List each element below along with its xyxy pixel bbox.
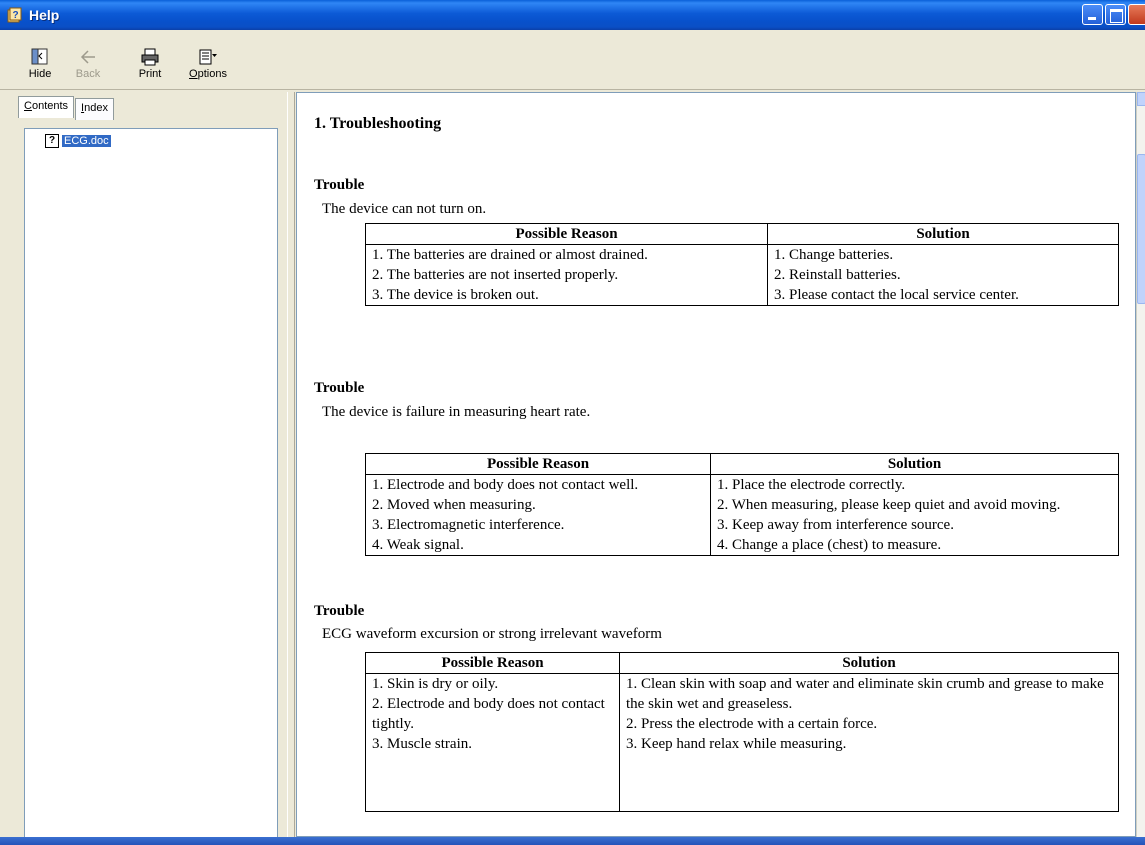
table-row: 1. Electrode and body does not contact w… (365, 474, 1119, 556)
maximize-button[interactable] (1105, 4, 1126, 25)
solution-cell: 1. Clean skin with soap and water and el… (619, 673, 1119, 812)
solution-item: 4. Change a place (chest) to measure. (717, 537, 942, 553)
options-icon (198, 48, 218, 66)
options-button[interactable]: Options (180, 48, 236, 80)
column-header: Possible Reason (365, 652, 620, 674)
hide-label: Hide (28, 68, 52, 80)
column-header: Solution (619, 652, 1119, 674)
contents-tree[interactable]: ? ECG.doc (24, 128, 278, 840)
minimize-button[interactable] (1082, 4, 1103, 25)
section-description: ECG waveform excursion or strong irrelev… (322, 626, 662, 642)
help-book-icon: ? (7, 7, 23, 23)
topic-content: 1. Troubleshooting Trouble The device ca… (296, 92, 1136, 837)
solution-item: 3. Please contact the local service cent… (774, 287, 1019, 303)
back-arrow-icon (78, 48, 98, 66)
toolbar: Hide Back Print Options (0, 30, 1145, 90)
hide-button[interactable]: Hide (16, 48, 64, 80)
navigation-pane: Contents Index ? ECG.doc (0, 92, 287, 845)
table-row: 1. The batteries are drained or almost d… (365, 244, 1119, 306)
svg-text:?: ? (12, 10, 18, 21)
scroll-up-button[interactable] (1137, 92, 1145, 106)
window-title: Help (29, 7, 60, 23)
solution-item: 1. Change batteries. (774, 247, 894, 263)
help-topic-icon: ? (45, 134, 59, 148)
column-header: Possible Reason (365, 453, 711, 475)
reason-item: 1. Skin is dry or oily. (372, 676, 499, 692)
printer-icon (140, 48, 160, 66)
options-label: Options (189, 68, 227, 80)
tab-contents[interactable]: Contents (18, 96, 75, 118)
nav-tabs: Contents Index (18, 96, 115, 120)
column-header: Solution (767, 223, 1119, 245)
solution-cell: 1. Change batteries. 2. Reinstall batter… (767, 244, 1119, 306)
solution-item: 1. Place the electrode correctly. (717, 477, 906, 493)
scrollbar-thumb[interactable] (1137, 154, 1145, 304)
tab-index[interactable]: Index (75, 98, 114, 120)
solution-item: 2. Press the electrode with a certain fo… (626, 716, 878, 732)
tree-item-label: ECG.doc (62, 135, 111, 147)
back-button[interactable]: Back (64, 48, 112, 80)
troubleshooting-table: Possible Reason Solution 1. Electrode an… (365, 453, 1119, 556)
reason-item: 3. The device is broken out. (372, 287, 539, 303)
solution-item: 2. When measuring, please keep quiet and… (717, 497, 1061, 513)
close-button[interactable] (1128, 4, 1145, 25)
back-label: Back (75, 68, 101, 80)
reason-item: 4. Weak signal. (372, 537, 464, 553)
reason-cell: 1. Electrode and body does not contact w… (365, 474, 711, 556)
solution-item: 1. Clean skin with soap and water and el… (626, 676, 1104, 712)
reason-cell: 1. Skin is dry or oily. 2. Electrode and… (365, 673, 620, 812)
solution-item: 3. Keep hand relax while measuring. (626, 736, 847, 752)
table-row: 1. Skin is dry or oily. 2. Electrode and… (365, 673, 1119, 812)
title-bar[interactable]: ? Help (0, 0, 1145, 30)
column-header: Possible Reason (365, 223, 768, 245)
print-label: Print (138, 68, 162, 80)
reason-item: 3. Electromagnetic interference. (372, 517, 565, 533)
reason-item: 1. The batteries are drained or almost d… (372, 247, 648, 263)
section-description: The device is failure in measuring heart… (322, 404, 591, 420)
page-title: 1. Troubleshooting (314, 115, 442, 132)
tree-item-ecg-doc[interactable]: ? ECG.doc (45, 134, 111, 148)
section-heading: Trouble (314, 177, 365, 193)
section-description: The device can not turn on. (322, 201, 487, 217)
solution-item: 2. Reinstall batteries. (774, 267, 901, 283)
troubleshooting-table: Possible Reason Solution 1. The batterie… (365, 223, 1119, 306)
reason-item: 1. Electrode and body does not contact w… (372, 477, 639, 493)
reason-item: 2. Moved when measuring. (372, 497, 536, 513)
column-header: Solution (710, 453, 1119, 475)
pane-splitter[interactable] (287, 92, 295, 845)
reason-item: 2. The batteries are not inserted proper… (372, 267, 619, 283)
reason-item: 2. Electrode and body does not contact t… (372, 696, 605, 732)
solution-cell: 1. Place the electrode correctly. 2. Whe… (710, 474, 1119, 556)
hide-pane-icon (30, 48, 50, 66)
troubleshooting-table: Possible Reason Solution 1. Skin is dry … (365, 652, 1119, 812)
reason-cell: 1. The batteries are drained or almost d… (365, 244, 768, 306)
section-heading: Trouble (314, 380, 365, 396)
solution-item: 3. Keep away from interference source. (717, 517, 954, 533)
vertical-scrollbar[interactable] (1136, 92, 1145, 837)
reason-item: 3. Muscle strain. (372, 736, 472, 752)
section-heading: Trouble (314, 603, 365, 619)
print-button[interactable]: Print (126, 48, 174, 80)
taskbar-edge (0, 837, 1145, 845)
